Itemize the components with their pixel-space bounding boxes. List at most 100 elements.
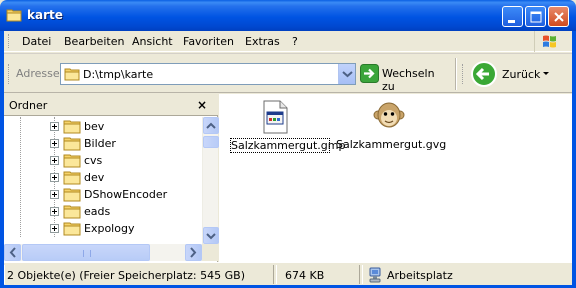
status-size-cell: 674 KB — [276, 265, 360, 284]
chevron-right-icon — [190, 247, 197, 258]
tree-item-dshowencoder[interactable]: DShowEncoder — [4, 186, 202, 203]
tree-item-dev[interactable]: dev — [4, 169, 202, 186]
computer-icon — [369, 267, 381, 283]
scrollbar-corner — [202, 244, 218, 261]
expand-icon[interactable] — [50, 173, 59, 182]
close-icon — [554, 12, 564, 22]
explorer-window: karte Datei Bearbeiten Ansicht Favoriten… — [0, 0, 576, 288]
folder-icon — [63, 205, 81, 219]
tree-item-label: bev — [84, 120, 105, 133]
go-arrow-icon — [360, 64, 379, 83]
status-bar: 2 Objekte(e) (Freier Speicherplatz: 545 … — [4, 262, 572, 285]
toolbar-separator — [455, 58, 457, 90]
toolbar-grip[interactable] — [8, 34, 11, 48]
tree-item-cvs[interactable]: cvs — [4, 152, 202, 169]
chevron-down-icon — [206, 233, 216, 240]
expand-icon[interactable] — [50, 139, 59, 148]
chevron-left-icon — [9, 247, 16, 258]
chevron-up-icon — [206, 122, 216, 129]
title-bar[interactable]: karte — [0, 0, 576, 31]
address-label: Adresse — [16, 67, 60, 80]
folder-icon — [63, 137, 81, 151]
menu-help[interactable]: ? — [292, 35, 298, 48]
expand-icon[interactable] — [50, 207, 59, 216]
status-size: 674 KB — [285, 269, 325, 282]
folder-icon — [64, 68, 80, 81]
folder-icon — [63, 222, 81, 236]
tree-item-eads[interactable]: eads — [4, 203, 202, 220]
address-bar: Adresse D:\tmp\karte Wechseln zu Zurück — [4, 53, 572, 93]
folder-horizontal-scrollbar[interactable] — [4, 244, 202, 261]
go-button[interactable]: Wechseln zu — [360, 63, 448, 93]
tree-item-label: Bilder — [84, 137, 116, 150]
tree-item-bev[interactable]: bev — [4, 118, 202, 135]
menu-bar: Datei Bearbeiten Ansicht Favoriten Extra… — [4, 31, 572, 52]
maximize-icon — [530, 11, 542, 23]
menu-extras[interactable]: Extras — [245, 35, 280, 48]
folder-icon — [63, 120, 81, 134]
folder-tree: bev Bilder cvs dev DShowEncoder eads Exp… — [4, 117, 202, 238]
map-file-icon — [263, 100, 288, 134]
maximize-button[interactable] — [525, 6, 546, 27]
folder-icon — [63, 154, 81, 168]
toolbar-grip[interactable] — [462, 64, 465, 84]
menu-bearbeiten[interactable]: Bearbeiten — [64, 35, 124, 48]
tree-item-label: DShowEncoder — [84, 188, 168, 201]
file-list-pane[interactable]: Salzkammergut.gmp Salzkammergut.gvg — [219, 94, 572, 262]
folder-vertical-scrollbar[interactable] — [202, 117, 219, 244]
folder-pane-close-button[interactable]: × — [197, 98, 207, 112]
scroll-thumb[interactable] — [22, 244, 150, 261]
back-label: Zurück — [502, 68, 541, 81]
scroll-thumb[interactable] — [203, 136, 219, 148]
tree-item-label: eads — [84, 205, 111, 218]
toolbar-grip[interactable] — [8, 64, 11, 84]
close-button[interactable] — [548, 6, 569, 27]
address-input[interactable]: D:\tmp\karte — [60, 63, 356, 85]
tree-item-label: dev — [84, 171, 105, 184]
folder-pane: Ordner × bev Bilder cvs dev DShowEncoder… — [4, 94, 219, 262]
scroll-left-button[interactable] — [4, 244, 21, 261]
menu-ansicht[interactable]: Ansicht — [132, 35, 173, 48]
scroll-down-button[interactable] — [203, 227, 219, 244]
address-dropdown-button[interactable] — [338, 64, 355, 84]
chevron-down-icon — [342, 71, 353, 78]
status-location: Arbeitsplatz — [387, 269, 453, 282]
expand-icon[interactable] — [50, 190, 59, 199]
tree-item-label: Expology — [84, 222, 135, 235]
chevron-down-icon[interactable] — [542, 71, 550, 77]
file-name: Salzkammergut.gmp — [230, 138, 346, 153]
folder-pane-title: Ordner — [9, 99, 48, 112]
expand-icon[interactable] — [50, 156, 59, 165]
minimize-button[interactable] — [502, 6, 523, 27]
window-border-right — [572, 31, 576, 288]
back-arrow-icon — [471, 61, 497, 87]
folder-icon — [6, 9, 22, 22]
status-location-cell: Arbeitsplatz — [362, 265, 568, 284]
windows-flag-icon — [543, 35, 556, 48]
tree-item-bilder[interactable]: Bilder — [4, 135, 202, 152]
back-button[interactable]: Zurück — [470, 60, 560, 88]
folder-icon — [63, 188, 81, 202]
go-label: Wechseln zu — [382, 67, 435, 93]
address-value: D:\tmp\karte — [83, 68, 154, 81]
folder-pane-header: Ordner × — [4, 94, 218, 116]
file-item[interactable]: Salzkammergut.gmp — [222, 98, 346, 168]
monkey-icon — [373, 102, 405, 128]
window-title: karte — [27, 8, 63, 22]
menu-datei[interactable]: Datei — [22, 35, 51, 48]
scroll-up-button[interactable] — [203, 117, 219, 134]
tree-item-label: cvs — [84, 154, 103, 167]
scroll-grip — [83, 250, 91, 257]
status-objects: 2 Objekte(e) (Freier Speicherplatz: 545 … — [7, 269, 245, 282]
expand-icon[interactable] — [50, 224, 59, 233]
expand-icon[interactable] — [50, 122, 59, 131]
tree-item-expology[interactable]: Expology — [4, 220, 202, 237]
scroll-right-button[interactable] — [185, 244, 202, 261]
file-item[interactable]: Salzkammergut.gvg — [336, 98, 446, 168]
tree-item-fonts[interactable]: fonts_2000 — [4, 237, 202, 238]
menu-favoriten[interactable]: Favoriten — [183, 35, 234, 48]
file-name: Salzkammergut.gvg — [336, 138, 447, 151]
status-objects-cell: 2 Objekte(e) (Freier Speicherplatz: 545 … — [4, 265, 274, 284]
folder-icon — [63, 171, 81, 185]
windows-logo — [534, 31, 564, 52]
